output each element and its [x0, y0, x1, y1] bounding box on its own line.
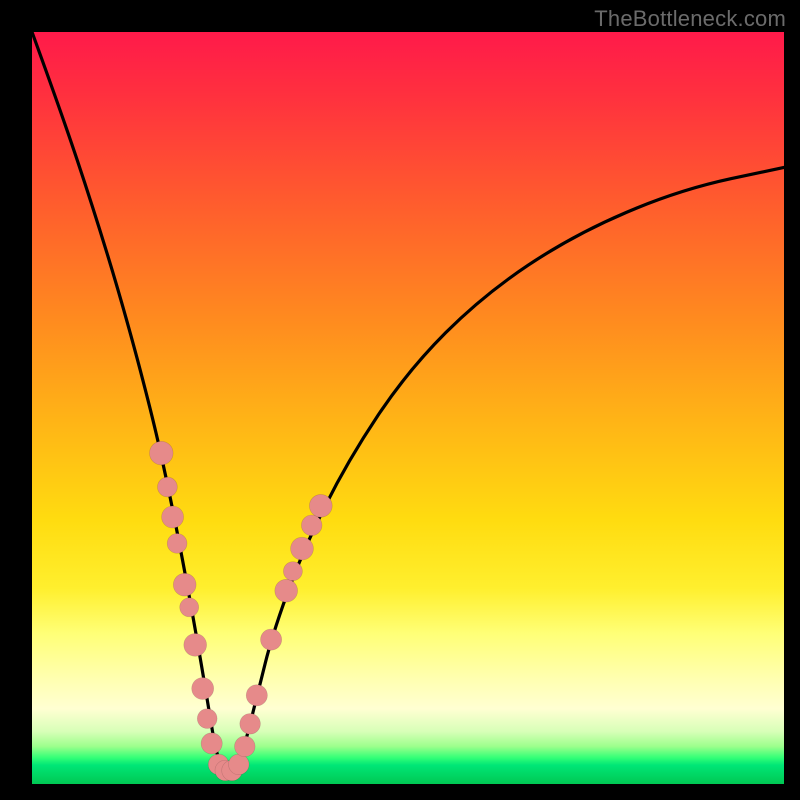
highlight-dot — [301, 515, 322, 536]
highlight-dot — [192, 678, 214, 700]
highlight-dot — [197, 709, 217, 729]
highlight-dot — [173, 573, 196, 596]
plot-area — [32, 32, 784, 784]
highlight-dot — [309, 494, 332, 517]
highlight-dot — [184, 634, 207, 657]
highlight-dot — [283, 562, 302, 581]
highlight-dot — [201, 733, 222, 754]
highlight-dot — [235, 736, 256, 757]
chart-frame: TheBottleneck.com — [0, 0, 800, 800]
highlight-dot — [158, 477, 178, 497]
highlight-dot — [275, 579, 298, 602]
highlight-dot — [291, 537, 314, 560]
highlight-dot — [167, 534, 187, 554]
highlight-dot — [180, 598, 199, 617]
highlight-dot — [240, 714, 261, 735]
highlight-dots — [150, 441, 333, 780]
watermark-text: TheBottleneck.com — [594, 6, 786, 32]
bottleneck-curve — [32, 32, 784, 769]
highlight-dot — [229, 754, 250, 775]
highlight-dot — [162, 506, 184, 528]
curve-layer — [32, 32, 784, 784]
highlight-dot — [246, 685, 267, 706]
highlight-dot — [261, 629, 282, 650]
highlight-dot — [150, 441, 174, 465]
